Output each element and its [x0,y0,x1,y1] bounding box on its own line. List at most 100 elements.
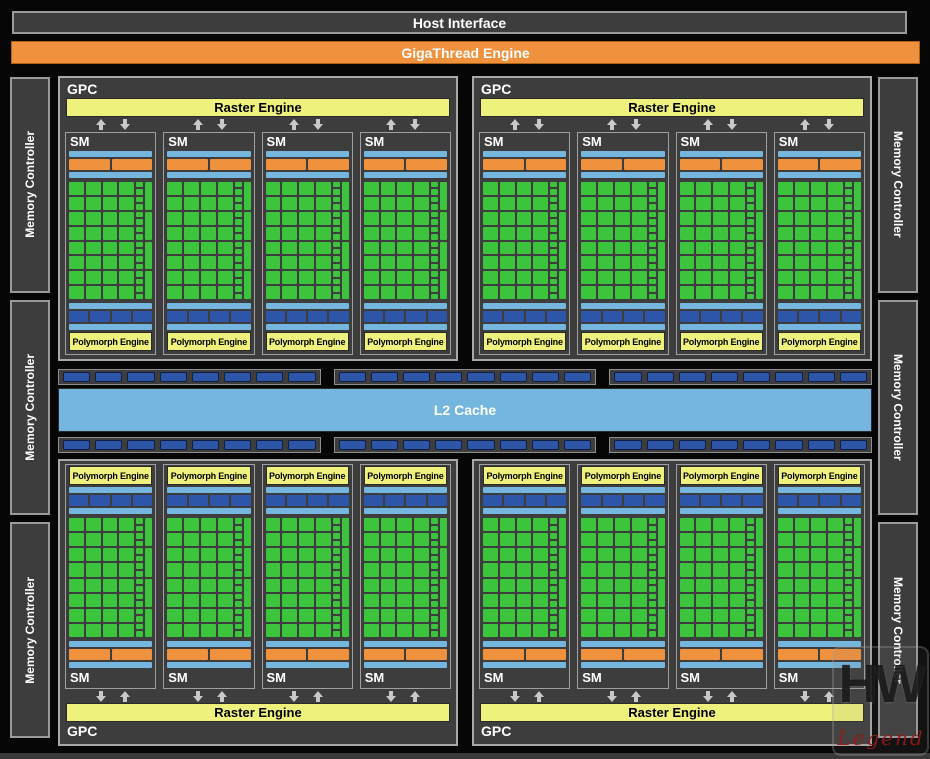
dram-segment [370,440,399,450]
ldst-unit [332,533,340,539]
ldst-unit [136,234,144,240]
texture-unit [820,311,840,322]
warp-scheduler-row [581,159,665,170]
ldst-unit [234,211,242,218]
arrow-pair [258,689,355,703]
cuda-core [299,256,314,270]
ldst-unit [431,226,438,233]
cuda-core [516,271,532,285]
cuda-core [777,593,793,607]
cuda-core [794,182,810,195]
scheduler-block [525,649,567,660]
dram-segment [710,440,739,450]
cuda-core [679,623,695,637]
interconnect-bar [679,303,763,309]
dram-segment [467,372,495,382]
cuda-core [499,286,515,299]
ldst-unit [648,540,656,547]
ldst-unit [845,570,852,577]
arrow-up-icon [409,690,420,702]
sfu-unit [440,578,447,607]
cuda-core [217,226,233,240]
texture-unit [90,311,110,322]
sfu-column [341,182,349,299]
cuda-core [828,196,843,210]
memory-controller-label: Memory Controller [23,354,37,461]
warp-scheduler-row [363,649,447,660]
cuda-core-grid [167,182,233,299]
interconnect-bar [581,151,665,157]
cuda-core [729,533,745,547]
cuda-core [119,593,135,607]
cuda-core [631,241,647,255]
cuda-core [282,211,298,225]
ldst-unit [845,241,852,247]
texture-unit [188,495,208,506]
sfu-column [559,518,567,637]
ldst-unit [234,533,242,539]
interconnect-bar [167,508,251,514]
ldst-unit [746,616,754,622]
sfu-unit [854,578,861,607]
cuda-core [217,241,233,255]
cuda-core [119,623,135,637]
cuda-core [167,286,183,299]
ldst-unit [431,548,438,554]
polymorph-engine: Polymorph Engine [581,332,665,351]
cuda-core [828,226,843,240]
cuda-core [777,563,793,577]
cuda-core [729,563,745,577]
ldst-unit [431,204,438,210]
core-grid [679,518,763,637]
scheduler-block [308,649,349,660]
sfu-unit [559,608,567,637]
ldst-unit [550,226,558,233]
cuda-core [777,241,793,255]
gpc-row-bottom: Polymorph Engine SM Polymorph Engine SM Poly… [58,459,872,746]
ldst-unit [845,548,852,554]
sfu-column [243,518,251,637]
dram-segment [531,440,560,450]
scheduler-block [363,649,405,660]
cuda-core [614,241,630,255]
sfu-unit [341,518,349,547]
cuda-core [200,286,216,299]
cuda-core [363,593,379,607]
sfu-unit [341,241,349,270]
cuda-core [713,563,728,577]
texture-unit [385,311,405,322]
cuda-core [516,196,532,210]
sm-block: SM Polymorph Engine [163,132,255,355]
interconnect-bar [679,641,763,647]
scheduler-block [406,649,447,660]
cuda-core [397,241,413,255]
cuda-core [380,256,396,270]
sfu-column [854,518,861,637]
ldst-unit [136,533,144,539]
dram-segment [256,372,284,382]
cuda-core [102,533,118,547]
cuda-core [499,271,515,285]
arrow-pair [576,689,673,703]
texture-unit-row [483,311,567,322]
cuda-core [265,226,281,240]
ldst-unit [431,631,438,637]
ldst-unit [550,548,558,554]
scheduler-block [722,649,763,660]
sfu-unit [657,608,665,637]
cuda-core [184,608,199,622]
texture-unit-row [167,311,251,322]
cuda-core [533,182,549,195]
cuda-core [696,271,712,285]
ldst-unit [431,586,438,592]
sfu-unit [755,271,763,299]
cuda-core [696,182,712,195]
dram-segment [678,372,706,382]
ldst-unit [136,196,144,203]
ldst-unit-column [746,518,754,637]
cuda-core [414,211,429,225]
cuda-core [265,256,281,270]
cuda-core [282,196,298,210]
ldst-unit [648,525,656,532]
cuda-core [119,578,135,592]
